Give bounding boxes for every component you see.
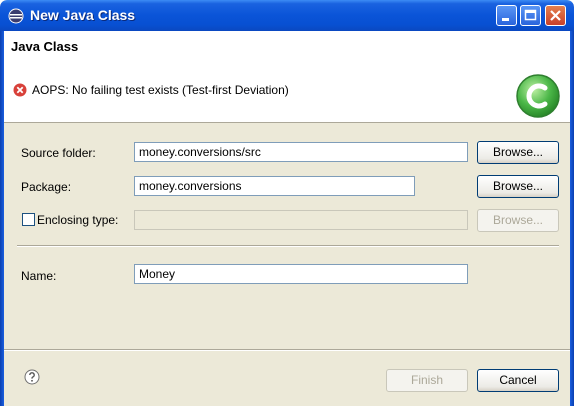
wizard-header: Java Class AOPS: No failing test exists …	[4, 31, 570, 123]
package-browse-button[interactable]: Browse...	[477, 175, 559, 198]
section-separator	[17, 245, 559, 247]
wizard-message: AOPS: No failing test exists (Test-first…	[32, 83, 289, 97]
new-java-class-dialog: New Java Class Java Class AOPS: No faili…	[0, 0, 574, 406]
title-bar[interactable]: New Java Class	[0, 0, 574, 31]
close-button[interactable]	[545, 5, 566, 26]
name-label: Name:	[21, 269, 57, 283]
java-class-badge-icon	[516, 74, 560, 118]
maximize-icon	[524, 9, 537, 21]
package-input[interactable]: money.conversions	[134, 176, 415, 196]
error-icon	[13, 83, 27, 97]
window-title: New Java Class	[30, 7, 136, 23]
source-folder-input[interactable]: money.conversions/src	[134, 142, 468, 162]
close-icon	[550, 10, 561, 21]
footer-separator	[4, 349, 570, 351]
source-folder-browse-button[interactable]: Browse...	[477, 141, 559, 164]
source-folder-label: Source folder:	[21, 146, 96, 160]
minimize-icon	[502, 18, 509, 21]
enclosing-type-input	[134, 210, 468, 230]
maximize-button[interactable]	[520, 5, 541, 26]
help-icon[interactable]	[24, 369, 40, 385]
name-input[interactable]: Money	[134, 264, 468, 284]
eclipse-icon	[8, 8, 24, 24]
enclosing-type-checkbox[interactable]	[22, 213, 35, 226]
minimize-button[interactable]	[496, 5, 517, 26]
cancel-button[interactable]: Cancel	[477, 369, 559, 392]
enclosing-type-label: Enclosing type:	[37, 213, 119, 227]
enclosing-type-browse-button: Browse...	[477, 209, 559, 232]
package-label: Package:	[21, 180, 72, 194]
window-frame-right	[570, 31, 574, 406]
wizard-title: Java Class	[11, 39, 79, 54]
finish-button: Finish	[386, 369, 468, 392]
